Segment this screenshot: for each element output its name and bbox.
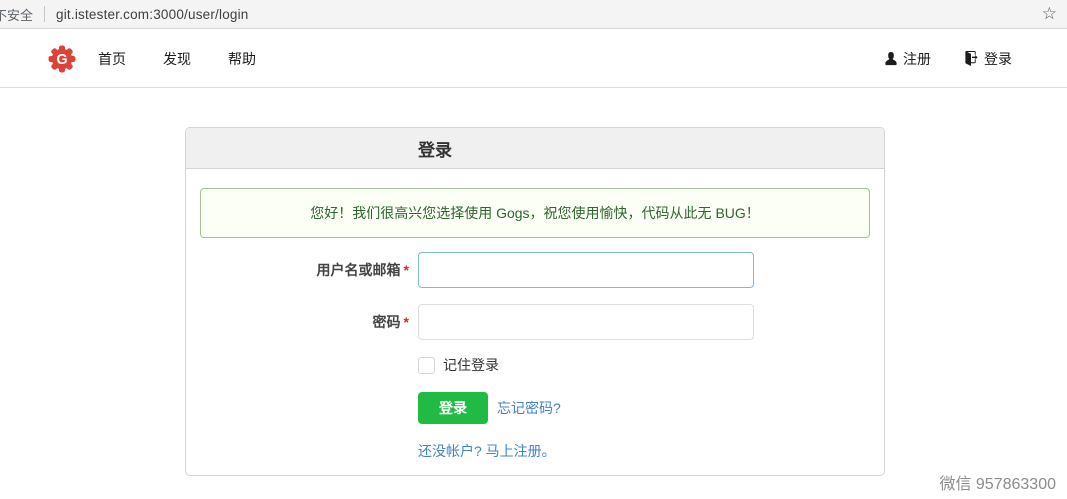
- url-divider: [44, 6, 45, 22]
- nav-right: 注册 登录: [885, 49, 1012, 69]
- nav-links: 首页 发现 帮助: [98, 49, 293, 69]
- password-label: 密码*: [200, 312, 418, 332]
- nav-item-signin[interactable]: 登录: [964, 49, 1012, 69]
- username-input[interactable]: [418, 252, 754, 288]
- submit-row: 登录 忘记密码?: [418, 392, 870, 424]
- nav-item-home[interactable]: 首页: [98, 49, 126, 69]
- welcome-message: 您好！我们很高兴您选择使用 Gogs，祝您使用愉快，代码从此无 BUG！: [200, 188, 870, 238]
- register-hint-link[interactable]: 还没帐户? 马上注册。: [418, 441, 870, 465]
- nav-item-explore[interactable]: 发现: [163, 49, 191, 69]
- url-text[interactable]: git.istester.com:3000/user/login: [56, 7, 249, 22]
- remember-me-row: 记住登录: [418, 355, 870, 375]
- password-input[interactable]: [418, 304, 754, 340]
- password-field-row: 密码*: [200, 304, 870, 340]
- nav-item-help[interactable]: 帮助: [228, 49, 256, 69]
- remember-me-checkbox[interactable]: [418, 357, 435, 374]
- required-asterisk: *: [404, 262, 409, 278]
- signin-button[interactable]: 登录: [418, 392, 488, 424]
- nav-item-register[interactable]: 注册: [885, 49, 931, 69]
- wechat-watermark: 微信 957863300: [939, 470, 1056, 494]
- bookmark-star-icon[interactable]: ☆: [1042, 4, 1057, 24]
- nav-register-label: 注册: [903, 49, 931, 69]
- login-form-title: 登录: [186, 128, 884, 169]
- username-label: 用户名或邮箱*: [200, 260, 418, 280]
- person-icon: [885, 51, 897, 66]
- svg-text:G: G: [56, 52, 67, 68]
- login-form-body: 您好！我们很高兴您选择使用 Gogs，祝您使用愉快，代码从此无 BUG！ 用户名…: [186, 169, 884, 475]
- gogs-logo-icon[interactable]: G: [48, 45, 76, 73]
- login-form-card: 登录 您好！我们很高兴您选择使用 Gogs，祝您使用愉快，代码从此无 BUG！ …: [185, 127, 885, 476]
- remember-me-label[interactable]: 记住登录: [443, 355, 499, 375]
- nav-signin-label: 登录: [984, 49, 1012, 69]
- required-asterisk: *: [404, 314, 409, 330]
- forgot-password-link[interactable]: 忘记密码?: [497, 398, 561, 418]
- top-navbar: G 首页 发现 帮助 注册 登录: [0, 30, 1067, 88]
- browser-address-bar[interactable]: 不安全 git.istester.com:3000/user/login: [0, 0, 1067, 29]
- username-field-row: 用户名或邮箱*: [200, 252, 870, 288]
- sign-in-icon: [964, 51, 978, 66]
- security-status-label[interactable]: 不安全: [0, 5, 33, 24]
